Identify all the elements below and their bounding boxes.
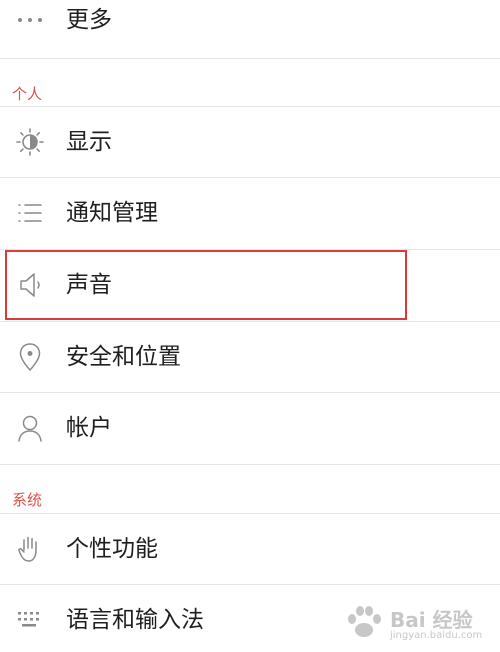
settings-item-account[interactable]: 帐户 (0, 392, 500, 464)
watermark-url: jingyan.baidu.com (390, 630, 483, 641)
settings-item-label: 声音 (66, 272, 112, 298)
settings-item-display[interactable]: 显示 (0, 106, 500, 178)
settings-item-sound[interactable]: 声音 (0, 249, 500, 321)
hand-icon (14, 533, 46, 565)
settings-item-personalized-features[interactable]: 个性功能 (0, 513, 500, 585)
more-row[interactable]: 更多 (0, 0, 500, 56)
divider (0, 464, 500, 465)
watermark-text: Bai 经验 (390, 608, 473, 632)
list-icon (14, 197, 46, 229)
watermark: Bai 经验 jingyan.baidu.com (342, 600, 492, 646)
settings-item-label: 通知管理 (66, 200, 158, 226)
more-label: 更多 (66, 7, 112, 33)
more-dots-icon (14, 4, 46, 36)
settings-item-label: 个性功能 (66, 536, 158, 562)
brightness-icon (14, 126, 46, 158)
settings-item-security-location[interactable]: 安全和位置 (0, 321, 500, 393)
settings-screen: 更多 个人 显示 通知管理 声音 安全和位置 帐户 系统 个性功能 语言和输入法… (0, 0, 500, 652)
section-header-system: 系统 (12, 491, 43, 509)
settings-item-label: 帐户 (66, 415, 112, 441)
settings-item-notifications[interactable]: 通知管理 (0, 177, 500, 249)
section-header-personal: 个人 (12, 85, 43, 103)
speaker-icon (14, 269, 46, 301)
divider (0, 58, 500, 59)
user-icon (14, 412, 46, 444)
keyboard-icon (14, 604, 46, 636)
settings-item-label: 安全和位置 (66, 344, 181, 370)
settings-item-label: 语言和输入法 (66, 607, 204, 633)
location-pin-icon (14, 341, 46, 373)
paw-logo-icon (348, 606, 381, 637)
settings-item-label: 显示 (66, 129, 112, 155)
